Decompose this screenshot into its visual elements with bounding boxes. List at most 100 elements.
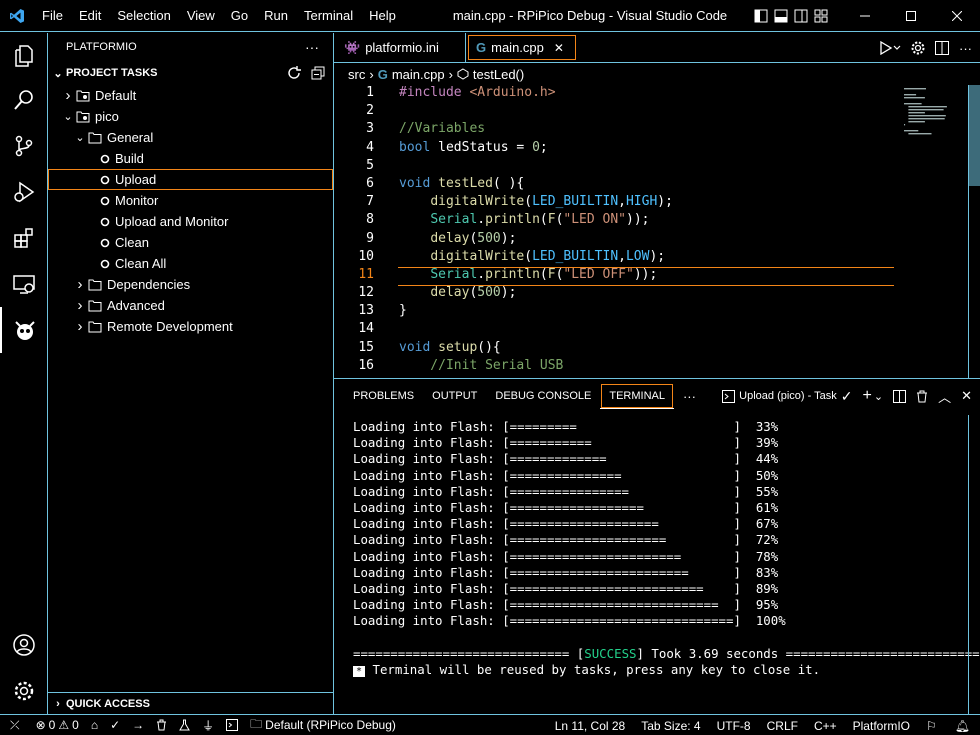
extensions-icon[interactable]	[0, 215, 48, 261]
tree-item-default[interactable]: › Default	[48, 85, 333, 106]
code-editor[interactable]: 1 #include <Arduino.h> 2 3 //Variables 4 bool …	[334, 85, 980, 378]
tree-item-monitor[interactable]: Monitor	[48, 190, 333, 211]
tab-size[interactable]: Tab Size: 4	[633, 715, 708, 735]
terminal-scrollbar[interactable]	[968, 415, 980, 715]
breadcrumb-file[interactable]: main.cpp	[392, 67, 445, 82]
code-line[interactable]: 13}	[334, 303, 980, 321]
menu-selection[interactable]: Selection	[109, 0, 178, 32]
tree-item-pico[interactable]: ⌄ pico	[48, 106, 333, 127]
menu-file[interactable]: File	[34, 0, 71, 32]
eol[interactable]: CRLF	[759, 715, 806, 735]
run-debug-icon[interactable]	[0, 169, 48, 215]
notifications-bell-icon[interactable]: 🔔︎	[945, 715, 980, 735]
code-line[interactable]: 9 delay(500);	[334, 231, 980, 249]
customize-layout-icon[interactable]	[814, 9, 828, 23]
remote-explorer-icon[interactable]	[0, 261, 48, 307]
vscode-logo-icon[interactable]	[0, 0, 34, 32]
code-line[interactable]: 16 //Init Serial USB	[334, 358, 980, 376]
upload-arrow-icon[interactable]: →	[126, 715, 150, 735]
chevron-down-icon[interactable]: ⌄	[874, 390, 883, 403]
menu-go[interactable]: Go	[223, 0, 256, 32]
project-tasks-section[interactable]: ⌄ PROJECT TASKS	[48, 61, 333, 85]
tree-item-dependencies[interactable]: › Dependencies	[48, 274, 333, 295]
encoding[interactable]: UTF-8	[709, 715, 759, 735]
code-line[interactable]: 7 digitalWrite(LED_BUILTIN,HIGH);	[334, 194, 980, 212]
menu-terminal[interactable]: Terminal	[296, 0, 361, 32]
terminal-output[interactable]: Loading into Flash: [========= ] 33% Load…	[353, 419, 980, 678]
serial-monitor-plug-icon[interactable]: ⏚	[196, 715, 220, 735]
tab-platformio-ini[interactable]: 👾 platformio.ini	[334, 33, 466, 62]
code-line[interactable]: 5	[334, 158, 980, 176]
more-tabs-icon[interactable]: ···	[674, 383, 705, 409]
scrollbar-thumb[interactable]	[969, 85, 980, 186]
problems-indicator[interactable]: ⊗ 0 ⚠ 0	[30, 715, 85, 735]
close-window-icon[interactable]	[934, 0, 980, 32]
breadcrumb-symbol[interactable]: testLed()	[473, 67, 524, 82]
language-mode[interactable]: C++	[806, 715, 845, 735]
tab-terminal[interactable]: TERMINAL	[600, 383, 674, 409]
minimize-icon[interactable]	[842, 0, 888, 32]
build-check-icon[interactable]: ✓	[104, 715, 126, 735]
code-line[interactable]: 1 #include <Arduino.h>	[334, 85, 980, 103]
toggle-panel-icon[interactable]	[774, 9, 788, 23]
code-line[interactable]: 10 digitalWrite(LED_BUILTIN,LOW);	[334, 249, 980, 267]
tab-output[interactable]: OUTPUT	[423, 383, 486, 409]
menu-edit[interactable]: Edit	[71, 0, 109, 32]
tab-debug-console[interactable]: DEBUG CONSOLE	[486, 383, 600, 409]
remote-indicator-icon[interactable]: ⤫	[0, 715, 30, 735]
tree-item-remote-development[interactable]: › Remote Development	[48, 316, 333, 337]
code-line[interactable]: 2	[334, 103, 980, 121]
code-line[interactable]: 3 //Variables	[334, 121, 980, 139]
account-icon[interactable]	[0, 622, 48, 668]
more-actions-icon[interactable]: ···	[959, 41, 972, 56]
clean-trash-icon[interactable]	[150, 715, 173, 735]
code-line[interactable]: 12 delay(500);	[334, 285, 980, 303]
source-control-icon[interactable]	[0, 123, 48, 169]
toggle-sidebar-icon[interactable]	[754, 9, 768, 23]
close-panel-icon[interactable]: ✕	[961, 388, 972, 404]
tree-item-upload-and-monitor[interactable]: Upload and Monitor	[48, 211, 333, 232]
home-icon[interactable]: ⌂	[85, 715, 104, 735]
menu-help[interactable]: Help	[361, 0, 404, 32]
code-line[interactable]: 15 void setup(){	[334, 340, 980, 358]
new-terminal-icon[interactable]: +	[863, 387, 872, 405]
test-flask-icon[interactable]	[173, 715, 196, 735]
tree-item-clean[interactable]: Clean	[48, 232, 333, 253]
editor-scrollbar[interactable]	[968, 85, 980, 378]
platformio-status[interactable]: PlatformIO	[845, 715, 918, 735]
maximize-panel-icon[interactable]: ︿	[938, 387, 951, 406]
maximize-icon[interactable]	[888, 0, 934, 32]
code-line[interactable]: 8 Serial.println(F("LED ON"));	[334, 212, 980, 230]
trash-icon[interactable]	[916, 390, 928, 403]
toggle-secondary-sidebar-icon[interactable]	[794, 9, 808, 23]
tree-item-build[interactable]: Build	[48, 148, 333, 169]
refresh-icon[interactable]	[287, 66, 301, 80]
code-line[interactable]: 11 Serial.println(F("LED OFF"));	[334, 266, 980, 286]
tab-problems[interactable]: PROBLEMS	[344, 383, 423, 409]
tree-item-upload[interactable]: Upload	[48, 169, 333, 190]
menu-view[interactable]: View	[179, 0, 223, 32]
menu-run[interactable]: Run	[256, 0, 296, 32]
platformio-icon[interactable]	[0, 307, 48, 353]
tab-main-cpp[interactable]: G main.cpp ✕	[466, 33, 578, 62]
more-actions-icon[interactable]: ···	[305, 39, 319, 55]
breadcrumb-src[interactable]: src	[348, 67, 365, 82]
split-terminal-icon[interactable]	[893, 389, 907, 403]
code-line[interactable]: 14	[334, 321, 980, 339]
settings-gear-icon[interactable]	[911, 41, 925, 55]
terminal-selector[interactable]: Upload (pico) - Task ✓	[722, 388, 853, 405]
tree-item-advanced[interactable]: › Advanced	[48, 295, 333, 316]
collapse-all-icon[interactable]	[311, 66, 325, 80]
close-tab-icon[interactable]: ✕	[554, 41, 564, 55]
tree-item-general[interactable]: ⌄ General	[48, 127, 333, 148]
minimap[interactable]	[902, 85, 968, 185]
terminal-icon[interactable]	[220, 715, 244, 735]
feedback-icon[interactable]: ⚐	[918, 715, 945, 735]
run-debug-dropdown-icon[interactable]	[879, 41, 901, 55]
cursor-position[interactable]: Ln 11, Col 28	[547, 715, 634, 735]
project-env-switcher[interactable]: 🗀 Default (RPiPico Debug)	[244, 715, 402, 735]
split-editor-icon[interactable]	[935, 41, 949, 55]
tree-item-clean-all[interactable]: Clean All	[48, 253, 333, 274]
manage-gear-icon[interactable]	[0, 668, 48, 714]
explorer-icon[interactable]	[0, 33, 48, 79]
